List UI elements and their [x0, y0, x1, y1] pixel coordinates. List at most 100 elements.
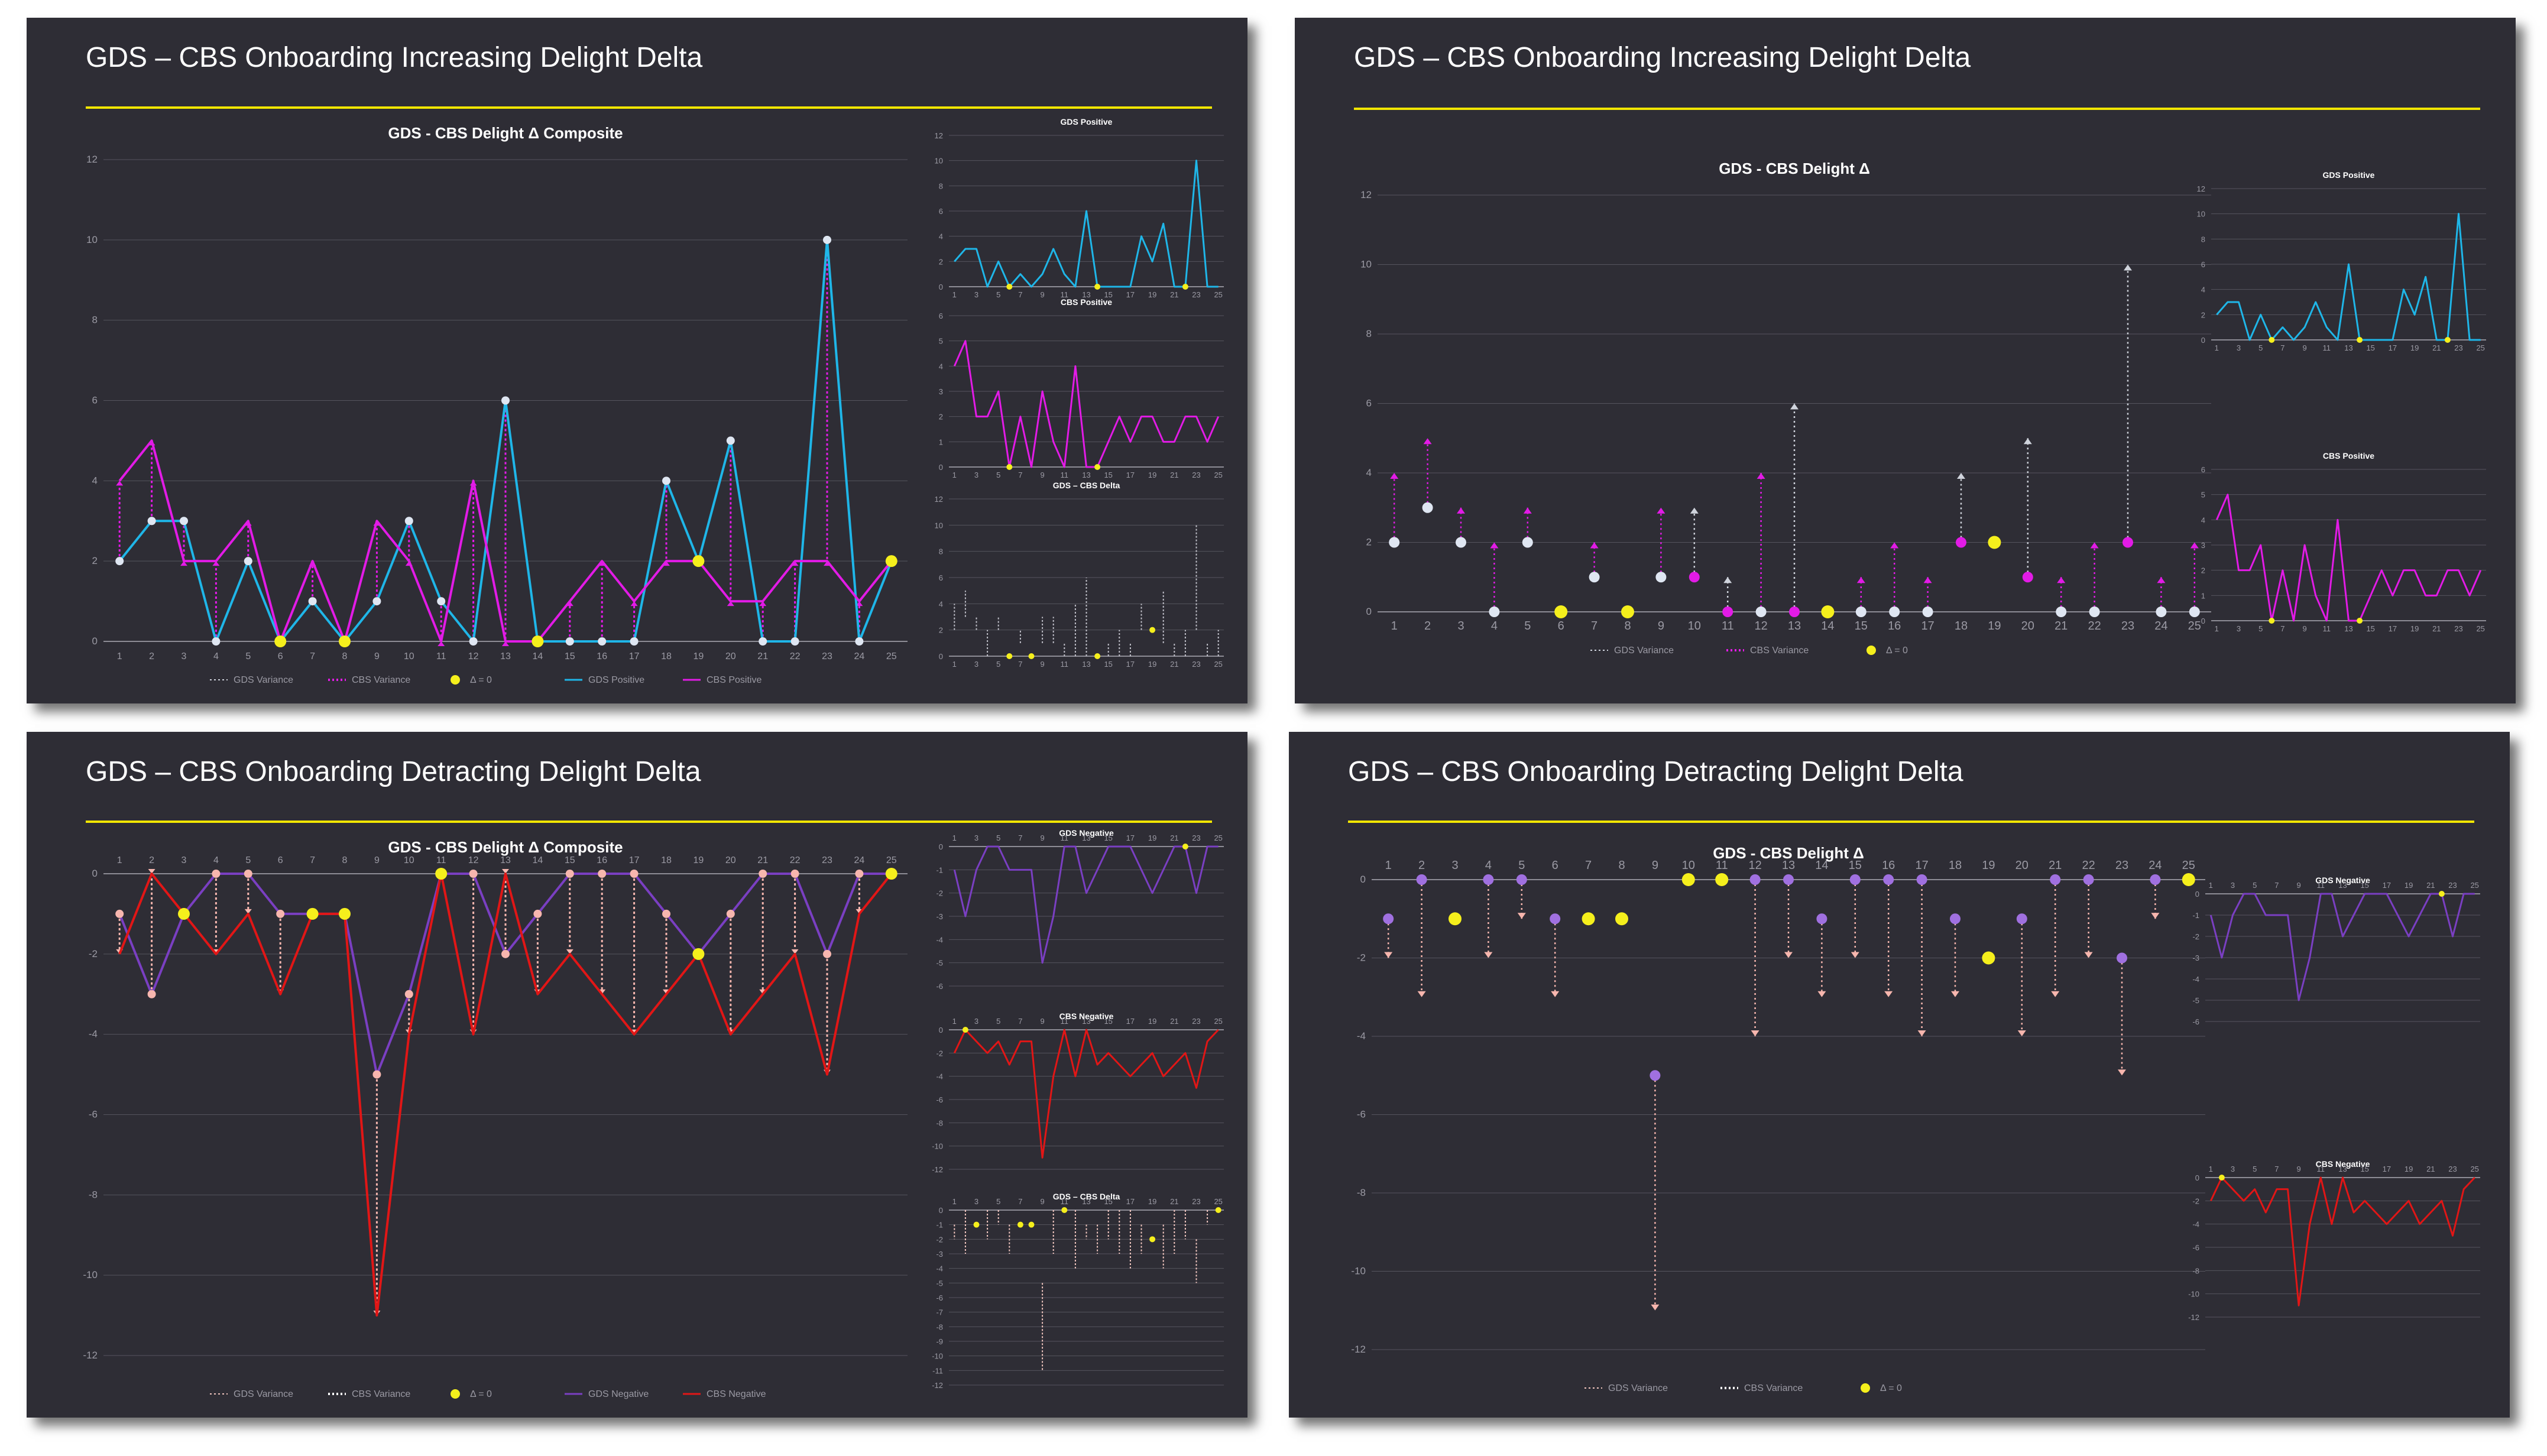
x-tick-label: 25: [1214, 471, 1222, 479]
chart-s1-main: GDS - CBS Delight Δ Composite0246810121 2…: [86, 124, 908, 685]
x-tick-label: 21: [2426, 1165, 2435, 1173]
chart-s2-gds-positive: GDS Positive0246810121 3 5 7 9 11 13 15 17 19 21 23…: [2197, 170, 2486, 352]
y-tick-label: -1: [936, 1221, 943, 1230]
x-tick-label: 8: [342, 651, 348, 661]
x-tick-label: 5: [1524, 620, 1531, 633]
x-tick-label: 8: [342, 855, 348, 865]
y-tick-label: 8: [939, 547, 943, 556]
chart-title: GDS - CBS Delight Δ Composite: [388, 124, 623, 142]
x-tick-label: 19: [694, 855, 704, 865]
x-tick-label: 9: [374, 855, 380, 865]
series-line: [2215, 494, 2482, 622]
variance-arrow: [1757, 473, 1765, 479]
legend-label: GDS Variance: [1614, 646, 1674, 656]
start-point: [1749, 874, 1761, 885]
x-tick-label: 5: [2253, 881, 2257, 890]
x-tick-label: 15: [1849, 859, 1862, 872]
x-tick-label: 23: [1192, 1197, 1200, 1206]
x-tick-label: 21: [1170, 1017, 1178, 1026]
gds-series-line: [118, 873, 892, 1076]
y-tick-label: -4: [936, 1264, 943, 1273]
x-tick-label: 15: [1104, 660, 1112, 669]
y-tick-label: -10: [1351, 1266, 1366, 1277]
x-tick-label: 23: [2454, 624, 2462, 633]
x-tick-label: 21: [2049, 859, 2062, 872]
x-tick-label: 15: [2366, 624, 2374, 633]
x-tick-label: 3: [974, 660, 978, 669]
variance-arrow: [1917, 1030, 1926, 1036]
start-point: [1883, 874, 1894, 885]
x-tick-label: 3: [974, 1197, 978, 1206]
x-tick-label: 12: [1748, 859, 1761, 872]
start-point: [1389, 537, 1400, 548]
x-tick-label: 23: [1192, 660, 1200, 669]
x-tick-label: 5: [996, 471, 1000, 479]
x-tick-label: 7: [310, 651, 315, 661]
gds-point: [244, 870, 252, 878]
gds-point: [823, 949, 831, 958]
delta-zero-point: [274, 635, 287, 647]
start-point: [2150, 874, 2161, 885]
delta-zero-point: [435, 868, 448, 880]
x-tick-label: 18: [1949, 859, 1962, 872]
y-tick-label: -3: [936, 1250, 943, 1259]
variance-arrow: [1851, 952, 1859, 958]
delta-zero-point: [306, 907, 319, 920]
gds-point: [244, 557, 252, 566]
delta-zero-point: [2218, 1175, 2225, 1181]
gds-point: [212, 637, 221, 646]
x-tick-label: 22: [2088, 620, 2101, 633]
x-tick-label: 3: [2231, 881, 2235, 890]
x-tick-label: 21: [1170, 660, 1178, 669]
x-tick-label: 23: [2115, 859, 2128, 872]
x-tick-label: 19: [1982, 859, 1995, 872]
x-tick-label: 5: [2258, 343, 2263, 352]
y-tick-label: 8: [939, 181, 943, 190]
gds-point: [404, 517, 413, 526]
x-tick-label: 11: [1061, 660, 1069, 669]
x-tick-label: 11: [1061, 1197, 1069, 1206]
y-tick-label: 10: [935, 521, 943, 530]
start-point: [1849, 874, 1861, 885]
y-tick-label: 12: [2197, 184, 2205, 193]
variance-arrow: [2124, 264, 2132, 271]
gds-point: [147, 990, 156, 998]
x-tick-label: 13: [2344, 624, 2352, 633]
x-tick-label: 5: [996, 1197, 1000, 1206]
x-tick-label: 3: [2231, 1165, 2235, 1173]
delta-zero-point: [885, 868, 897, 880]
legend-label: CBS Variance: [352, 675, 410, 685]
x-tick-label: 9: [2302, 343, 2306, 352]
y-tick-label: -12: [932, 1165, 943, 1174]
x-tick-label: 10: [1682, 859, 1695, 872]
x-tick-label: 21: [1170, 1197, 1178, 1206]
x-tick-label: 17: [1921, 620, 1934, 633]
delta-zero-point: [339, 635, 351, 647]
x-tick-label: 1: [952, 1197, 957, 1206]
y-tick-label: -12: [932, 1381, 943, 1390]
x-tick-label: 17: [2389, 343, 2397, 352]
gds-point: [855, 637, 864, 646]
delta-zero-point: [1182, 284, 1188, 290]
y-tick-label: -8: [936, 1118, 943, 1127]
legend-label: CBS Variance: [1744, 1383, 1803, 1393]
x-tick-label: 17: [629, 855, 640, 865]
x-tick-label: 3: [182, 651, 187, 661]
x-tick-label: 17: [1126, 834, 1135, 842]
y-tick-label: 2: [2201, 310, 2205, 319]
y-tick-label: 12: [935, 495, 943, 504]
title-divider: [1348, 821, 2474, 823]
gds-point: [662, 909, 670, 918]
y-tick-label: 0: [939, 283, 943, 291]
chart-s2-cbs-positive: CBS Positive01234561 3 5 7 9 11 13 15 17 19 21 23 25: [2201, 451, 2486, 633]
x-tick-label: 25: [886, 855, 897, 865]
x-tick-label: 11: [2317, 881, 2325, 890]
x-tick-label: 4: [213, 855, 219, 865]
x-tick-label: 7: [1018, 660, 1022, 669]
x-tick-label: 11: [436, 855, 446, 865]
start-point: [1550, 913, 1561, 925]
x-tick-label: 5: [245, 855, 251, 865]
legend-marker: [451, 1389, 460, 1399]
delta-zero-point: [2438, 891, 2445, 897]
y-tick-label: -9: [936, 1337, 943, 1346]
